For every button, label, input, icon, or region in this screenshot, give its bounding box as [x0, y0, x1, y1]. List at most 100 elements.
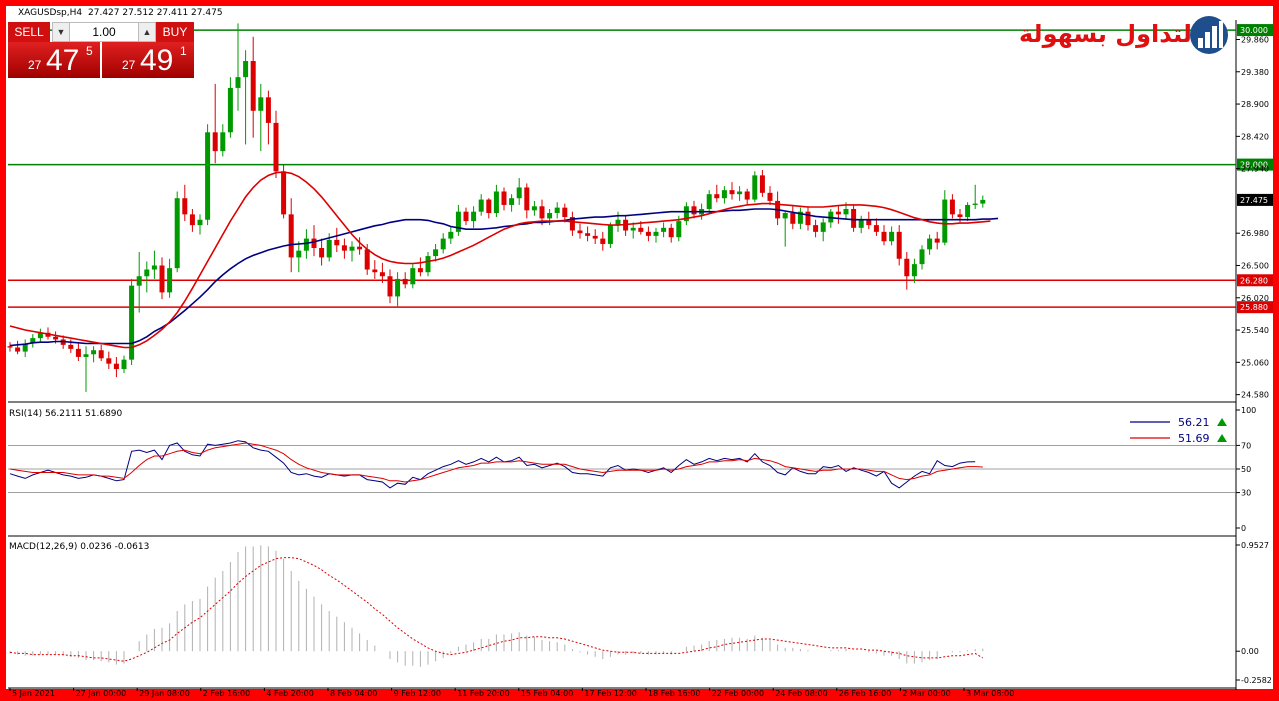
candle-body	[653, 231, 659, 236]
candle-body	[113, 363, 119, 370]
candle-body	[554, 207, 560, 214]
candle-body	[607, 225, 613, 244]
time-tick-label: 18 Feb 16:00	[648, 689, 700, 698]
buy-price-box[interactable]: 27 49 1	[102, 42, 194, 78]
level-tag-label: 25.880	[1240, 303, 1268, 312]
candle-body	[83, 354, 89, 357]
candle-body	[516, 187, 522, 199]
candle-body	[721, 190, 727, 199]
price-tick-label: 29.380	[1241, 68, 1269, 77]
up-arrow-icon	[1217, 434, 1227, 442]
candle-body	[151, 265, 157, 270]
candle-body	[174, 198, 180, 269]
candle-body	[425, 256, 431, 273]
candle-body	[197, 219, 203, 226]
candle-body	[805, 211, 811, 226]
buy-button[interactable]: BUY	[156, 22, 194, 42]
candle-body	[790, 213, 796, 224]
sell-price-prefix: 27	[28, 58, 42, 72]
sell-price-sup: 5	[86, 44, 93, 58]
sell-price-main: 47	[46, 44, 80, 77]
time-tick-label: 15 Feb 04:00	[521, 689, 573, 698]
sell-button[interactable]: SELL	[8, 22, 50, 42]
time-tick-label: 3 Mar 08:00	[966, 689, 1014, 698]
candle-body	[106, 358, 112, 364]
candle-body	[577, 230, 583, 234]
candle-body	[243, 61, 249, 78]
candle-body	[957, 214, 963, 218]
candle-body	[357, 246, 363, 250]
candle-body	[121, 359, 127, 370]
candle-body	[729, 190, 735, 195]
buy-price-main: 49	[140, 44, 174, 77]
macd-tick-label: 0.9527	[1241, 541, 1269, 550]
candle-body	[402, 278, 408, 285]
time-tick-label: 9 Feb 12:00	[394, 689, 441, 698]
candle-body	[387, 276, 393, 297]
macd-histogram	[9, 545, 984, 667]
candle-body	[889, 231, 895, 242]
macd-label: MACD(12,26,9) 0.0236 -0.0613	[9, 542, 149, 552]
macd-axis-ticks: 0.9527 0.00 -0.2582	[1236, 541, 1272, 685]
candle-body	[661, 227, 667, 232]
macd-tick-label: 0.00	[1241, 647, 1259, 656]
candle-body	[942, 199, 948, 243]
price-tick-label: 27.940	[1241, 165, 1269, 174]
price-tick-label: 26.500	[1241, 261, 1269, 270]
candle-body	[630, 227, 636, 231]
rsi-legend: 56.21 51.69	[1130, 416, 1227, 445]
candle-body	[98, 350, 104, 359]
candle-body	[129, 285, 135, 360]
candle-body	[714, 194, 720, 199]
time-tick-label: 4 Feb 20:00	[266, 689, 313, 698]
candle-body	[759, 175, 765, 193]
time-tick-label: 2 Feb 16:00	[203, 689, 250, 698]
candle-body	[949, 199, 955, 215]
candle-body	[858, 219, 864, 228]
rsi-legend-value: 51.69	[1178, 432, 1210, 445]
candle-body	[341, 245, 347, 251]
candle-body	[919, 249, 925, 265]
candle-body	[706, 194, 712, 209]
macd-tick-label: -0.2582	[1241, 676, 1272, 685]
lot-size-input[interactable]: 1.00	[69, 22, 139, 42]
candle-body	[478, 199, 484, 212]
rsi-tick-label: 0	[1241, 524, 1246, 533]
candle-body	[843, 208, 849, 215]
time-tick-label: 8 Feb 04:00	[330, 689, 377, 698]
candle-body	[562, 207, 568, 218]
time-tick-label: 2 Mar 00:00	[902, 689, 950, 698]
candle-body	[205, 132, 211, 220]
level-tag-label: 30.000	[1240, 26, 1268, 35]
candle-body	[250, 61, 256, 111]
time-tick-label: 11 Feb 20:00	[457, 689, 509, 698]
candle-body	[75, 348, 81, 357]
price-tick-label: 28.420	[1241, 132, 1269, 141]
candle-body	[820, 222, 826, 232]
lot-decrease-button[interactable]: ▼	[52, 22, 70, 42]
candle-body	[851, 208, 857, 228]
current-price-marker: 27.475	[1237, 193, 1273, 206]
candle-body	[167, 268, 173, 293]
candle-body	[691, 206, 697, 215]
rsi-tick-label: 100	[1241, 406, 1256, 415]
candle-body	[539, 206, 545, 219]
candle-body	[493, 191, 499, 214]
sell-price-box[interactable]: 27 47 5	[8, 42, 100, 78]
candle-body	[379, 272, 385, 277]
candle-body	[965, 204, 971, 218]
brand-logo: التداول بسهولة	[1015, 12, 1231, 60]
candle-body	[531, 206, 537, 211]
candle-body	[813, 225, 819, 232]
candle-body	[227, 87, 233, 133]
candle-body	[212, 132, 218, 152]
candle-body	[410, 268, 416, 285]
time-tick-label: 5 Jan 2021	[12, 689, 55, 698]
candle-body	[136, 276, 142, 286]
buy-price-prefix: 27	[122, 58, 136, 72]
lot-increase-button[interactable]: ▲	[138, 22, 156, 42]
time-tick-label: 22 Feb 00:00	[712, 689, 764, 698]
candle-body	[592, 235, 598, 239]
horizontal-levels: 30.00028.00026.28025.880	[8, 24, 1273, 314]
candle-body	[53, 336, 59, 340]
